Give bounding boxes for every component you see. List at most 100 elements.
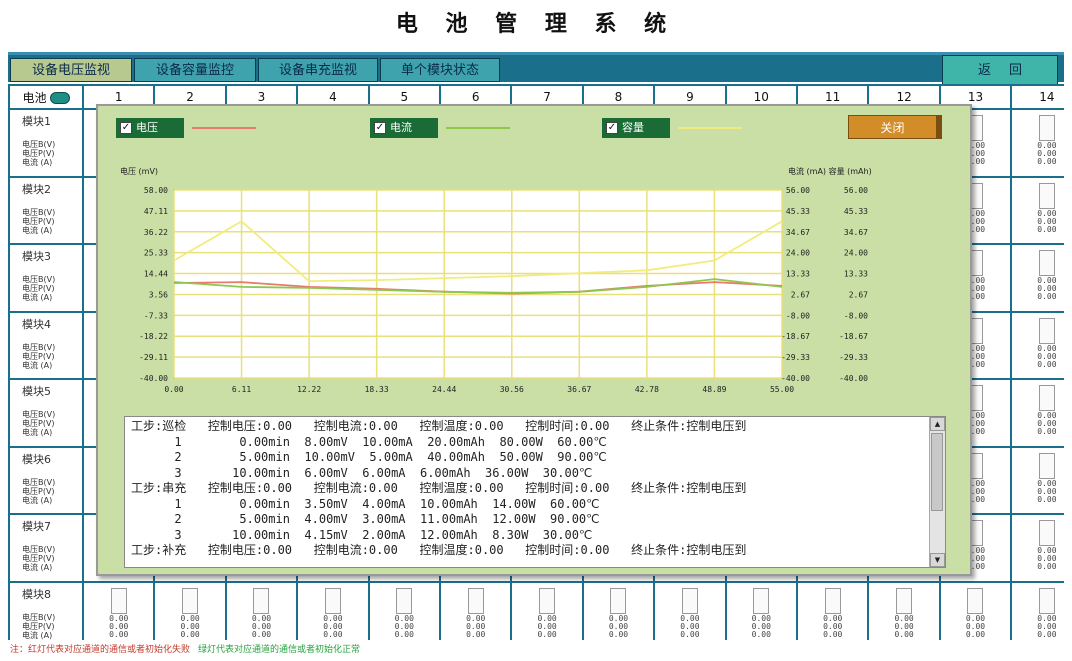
module-row-label: 电压P(V) [22, 419, 55, 428]
battery-value: 0.00 [394, 629, 414, 639]
module-row-label: 电压P(V) [22, 554, 55, 563]
battery-values: 0.000.000.00 [1012, 344, 1072, 369]
battery-icon [1038, 182, 1055, 209]
battery-cell[interactable]: 0.000.000.00 [369, 582, 439, 648]
module-row-label: 电压B(V) [22, 275, 56, 284]
x-tick-label: 18.33 [365, 385, 389, 394]
battery-icon [1038, 115, 1055, 141]
log-line: 2 5.00min 10.00mV 5.00mA 40.00mAh 50.00W… [131, 450, 607, 464]
module-name: 模块8 [22, 587, 51, 601]
battery-cell[interactable]: 0.000.000.00 [940, 582, 1011, 648]
battery-cell[interactable]: 0.000.000.00 [155, 582, 225, 648]
voltage-checkbox[interactable]: ✓ 电压 [116, 118, 184, 138]
module-row-header: 模块8 电压B(V) 电压P(V) 电流 (A) [10, 582, 82, 648]
module-row-header: 模块5 电压B(V) 电压P(V) 电流 (A) [10, 380, 82, 446]
battery-cell[interactable]: 0.000.000.00 [1012, 582, 1072, 648]
battery-cell[interactable]: 0.000.000.00 [1012, 177, 1072, 243]
battery-icon [1038, 452, 1055, 479]
battery-cell[interactable]: 0.000.000.00 [1012, 312, 1072, 378]
module-row-label: 电压P(V) [22, 621, 55, 631]
y-left-tick-label: 14.44 [144, 270, 168, 279]
module-name: 模块3 [22, 250, 51, 263]
battery-value: 0.00 [751, 629, 771, 639]
module-row-label: 电压B(V) [22, 207, 56, 217]
y-left-tick-label: -7.33 [144, 311, 168, 320]
module-row-label: 电流 (A) [22, 225, 53, 235]
battery-values: 0.000.000.00 [1012, 142, 1072, 166]
capacity-checkbox[interactable]: ✓ 容量 [602, 118, 670, 138]
battery-values: 0.000.000.00 [227, 614, 296, 639]
battery-value: 0.00 [894, 629, 914, 639]
battery-values: 0.000.000.00 [155, 614, 224, 639]
scroll-thumb[interactable] [931, 433, 943, 511]
battery-value: 0.00 [1037, 494, 1057, 504]
back-button[interactable]: 返回 [942, 55, 1058, 85]
log-line: 1 0.00min 3.50mV 4.00mA 10.00mAh 14.00W … [131, 496, 600, 511]
battery-cell[interactable]: 0.000.000.00 [84, 582, 154, 648]
log-scrollbar[interactable]: ▲ ▼ [929, 417, 945, 567]
battery-cell[interactable]: 0.000.000.00 [1012, 245, 1072, 311]
checkbox-check-icon: ✓ [374, 122, 386, 134]
y-left-tick-label: 25.33 [144, 249, 168, 258]
capacity-legend-label: 容量 [622, 121, 644, 134]
line-chart: 0.00 6.11 12.22 18.33 24.44 30.56 36.67 42.78 48… [120, 166, 872, 394]
note-red: 注：红灯代表对应通道的通信或者初始化失败 [10, 645, 191, 655]
y-right-tick-label-capacity: 24.00 [844, 249, 868, 258]
battery-values: 0.000.000.00 [869, 614, 938, 639]
y-right-tick-label-capacity: -8.00 [844, 311, 868, 320]
checkbox-check-icon: ✓ [606, 122, 618, 134]
y-right-tick-label-current: -29.33 [781, 353, 810, 362]
battery-cell[interactable]: 0.000.000.00 [1012, 447, 1072, 513]
battery-icon [539, 587, 556, 614]
log-line: 工步:串充 控制电压:0.00 控制电流:0.00 控制温度:0.00 控制时间… [131, 481, 747, 495]
current-checkbox[interactable]: ✓ 电流 [370, 118, 438, 138]
tab-capacity-monitor[interactable]: 设备容量监控 [134, 58, 256, 82]
tab-bar: 设备电压监视 设备容量监控 设备串充监视 单个模块状态 返回 [8, 52, 1064, 85]
battery-cell[interactable]: 0.000.000.00 [869, 582, 939, 648]
battery-cell[interactable]: 0.000.000.00 [798, 582, 868, 648]
battery-icon [1038, 250, 1055, 276]
battery-icon [467, 587, 484, 614]
battery-cell[interactable]: 0.000.000.00 [1012, 110, 1072, 176]
tab-voltage-monitor[interactable]: 设备电压监视 [10, 58, 132, 82]
x-tick-label: 24.44 [432, 385, 456, 394]
module-row-label: 电压P(V) [22, 351, 55, 361]
module-row-label: 电流 (A) [22, 293, 53, 302]
battery-cell[interactable]: 0.000.000.00 [1012, 515, 1072, 581]
scroll-down-icon[interactable]: ▼ [930, 553, 945, 567]
step-log-text: 工步:巡检 控制电压:0.00 控制电流:0.00 控制温度:0.00 控制时间… [131, 419, 927, 559]
battery-header: 电池 [10, 86, 82, 108]
battery-value: 0.00 [251, 629, 272, 639]
y-right-axis-label: 电流 (mA) 容量 (mAh) [788, 166, 872, 176]
battery-value: 0.00 [1037, 292, 1057, 301]
battery-cell[interactable]: 0.000.000.00 [298, 582, 368, 648]
battery-cell[interactable]: 0.000.000.00 [726, 582, 796, 648]
tab-series-charge-monitor[interactable]: 设备串充监视 [258, 58, 378, 82]
battery-cell[interactable]: 0.000.000.00 [226, 582, 297, 648]
step-log-list: 工步:巡检 控制电压:0.00 控制电流:0.00 控制温度:0.00 控制时间… [124, 416, 946, 568]
battery-cell[interactable]: 0.000.000.00 [655, 582, 725, 648]
column-header: 14 [1012, 86, 1072, 108]
battery-cell[interactable]: 0.000.000.00 [512, 582, 582, 648]
y-left-tick-label: 47.11 [144, 207, 168, 216]
y-right-tick-label-capacity: 45.33 [844, 207, 868, 216]
battery-value: 0.00 [1037, 359, 1057, 369]
checkbox-check-icon: ✓ [120, 122, 132, 134]
battery-cell[interactable]: 0.000.000.00 [583, 582, 654, 648]
note-green: 绿灯代表对应通道的通信或者初始化正常 [198, 645, 361, 655]
battery-value: 0.00 [1037, 157, 1057, 166]
battery-icon [896, 587, 913, 614]
battery-values: 0.000.000.00 [84, 614, 153, 639]
battery-icon [1038, 385, 1055, 411]
module-name: 模块5 [22, 385, 51, 398]
battery-cell[interactable]: 0.000.000.00 [1012, 380, 1072, 446]
log-line: 工步:补充 控制电压:0.00 控制电流:0.00 控制温度:0.00 控制时间… [131, 543, 747, 557]
battery-values: 0.000.000.00 [727, 614, 796, 639]
y-right-tick-label-current: 13.33 [786, 270, 810, 279]
battery-icon [824, 587, 841, 614]
battery-icon [967, 587, 984, 614]
battery-cell[interactable]: 0.000.000.00 [441, 582, 511, 648]
close-button[interactable]: 关闭 [848, 115, 942, 139]
tab-module-status[interactable]: 单个模块状态 [380, 58, 500, 82]
scroll-up-icon[interactable]: ▲ [930, 417, 945, 431]
